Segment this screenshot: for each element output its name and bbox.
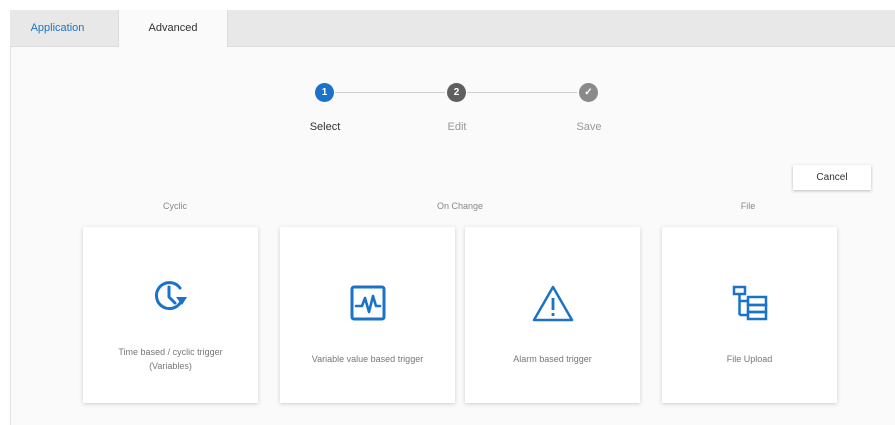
step-connector: [335, 92, 445, 93]
card-label: Time based / cyclic trigger: [118, 347, 223, 357]
file-tree-icon: [662, 284, 837, 324]
card-label: File Upload: [726, 354, 773, 364]
cancel-button[interactable]: Cancel: [793, 165, 871, 190]
step-3-label: Save: [576, 121, 602, 133]
clock-cycle-icon: [83, 277, 258, 317]
alarm-trigger-card[interactable]: Alarm based trigger: [465, 227, 640, 403]
step-1-indicator[interactable]: 1: [315, 83, 334, 102]
variable-value-trigger-card[interactable]: Variable value based trigger: [280, 227, 455, 403]
card-label: Variable value based trigger: [311, 354, 424, 364]
time-based-trigger-card[interactable]: Time based / cyclic trigger (Variables): [83, 227, 258, 403]
card-label: Alarm based trigger: [513, 354, 592, 364]
card-sublabel: (Variables): [149, 361, 192, 371]
section-label-on-change: On Change: [436, 201, 484, 211]
file-upload-card[interactable]: File Upload: [662, 227, 837, 403]
step-2-indicator[interactable]: 2: [447, 83, 466, 102]
trend-monitor-icon: [280, 284, 455, 322]
step-2-label: Edit: [447, 121, 467, 133]
step-3-check-icon[interactable]: ✓: [579, 83, 598, 102]
step-connector: [467, 92, 577, 93]
step-1-label: Select: [309, 121, 341, 133]
section-label-file: File: [740, 201, 756, 211]
section-label-cyclic: Cyclic: [163, 201, 187, 211]
warning-triangle-icon: [465, 283, 640, 323]
stepper: 1 2 ✓ Select Edit Save: [0, 0, 895, 140]
